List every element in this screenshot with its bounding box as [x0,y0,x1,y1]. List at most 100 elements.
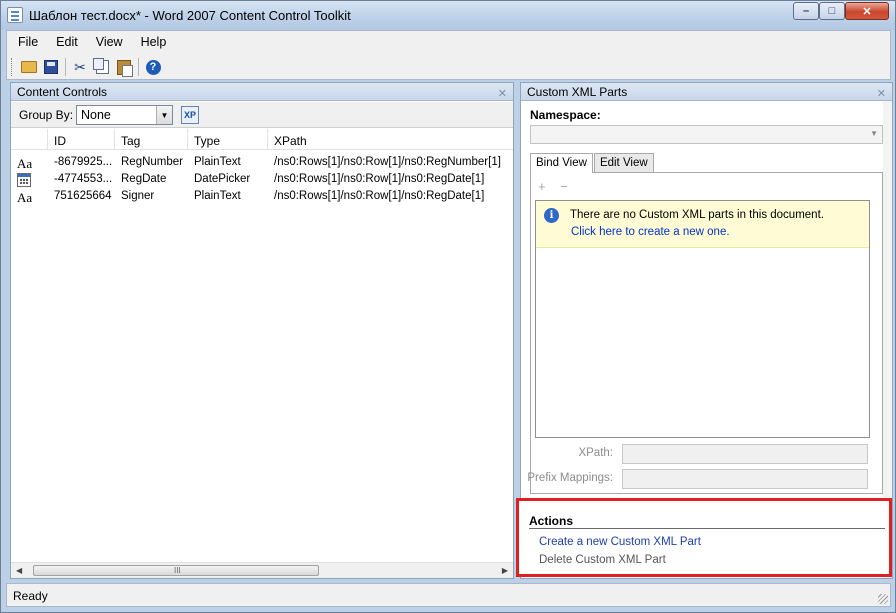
column-divider[interactable] [114,129,115,150]
info-icon: i [544,208,559,223]
column-header-type[interactable]: Type [194,134,220,148]
cell-tag: RegNumber [121,156,183,168]
plain-text-icon: Aa [17,156,33,171]
tab-edit-view[interactable]: Edit View [593,153,654,172]
open-button[interactable] [18,56,40,78]
cell-tag: Signer [121,190,155,202]
view-tabs: Bind View Edit View [530,153,655,173]
status-text: Ready [13,589,48,603]
xml-tree-view[interactable]: i There are no Custom XML parts in this … [535,200,870,438]
group-by-value: None [81,108,111,122]
namespace-label: Namespace: [530,108,601,122]
prefix-mappings-label: Prefix Mappings: [527,472,613,484]
menu-file[interactable]: File [18,35,38,49]
table-row[interactable]: Aa -8679925... RegNumber PlainText /ns0:… [11,154,513,171]
cell-xpath: /ns0:Rows[1]/ns0:Row[1]/ns0:RegDate[1] [274,190,485,202]
copy-icon [92,58,109,74]
group-by-select[interactable]: None ▼ [76,105,173,125]
column-divider[interactable] [187,129,188,150]
cut-button[interactable]: ✂ [69,56,91,78]
paste-button[interactable] [113,56,135,78]
scroll-grip-icon: III [174,566,181,575]
content-controls-panel: Content Controls ✕ Group By: None ▼ XP I… [10,82,514,579]
calendar-icon [17,173,31,187]
scroll-thumb[interactable]: III [33,565,319,576]
actions-section: Actions Create a new Custom XML Part Del… [516,498,892,577]
table-row[interactable]: -4774553... RegDate DatePicker /ns0:Rows… [11,171,513,188]
cell-xpath: /ns0:Rows[1]/ns0:Row[1]/ns0:RegNumber[1] [274,156,501,168]
delete-custom-xml-part-label: Delete Custom XML Part [539,554,666,566]
cell-type: PlainText [194,156,241,168]
column-divider[interactable] [267,129,268,150]
cell-type: PlainText [194,190,241,202]
open-icon [21,61,37,73]
create-custom-xml-part-link[interactable]: Create a new Custom XML Part [539,536,701,548]
status-bar: Ready [6,583,891,607]
help-button[interactable]: ? [142,56,164,78]
chevron-down-icon[interactable]: ▼ [156,106,172,124]
toolbar-separator [65,58,66,76]
actions-divider [529,528,885,529]
copy-button[interactable] [91,56,113,78]
menu-view[interactable]: View [96,35,123,49]
custom-xml-header: Custom XML Parts ✕ [521,83,892,101]
help-icon: ? [145,59,161,75]
info-banner: i There are no Custom XML parts in this … [536,201,869,248]
save-button[interactable] [40,56,62,78]
window-title: Шаблон тест.docx* - Word 2007 Content Co… [29,8,351,23]
prefix-mappings-field[interactable] [622,469,868,489]
scroll-right-icon[interactable]: ▶ [502,566,508,575]
namespace-select[interactable]: ▼ [530,125,883,144]
cut-icon: ✂ [74,58,86,75]
horizontal-scrollbar[interactable]: ◀ III ▶ [11,562,513,578]
info-message: There are no Custom XML parts in this do… [570,209,824,221]
xpath-row: XPath: [531,444,884,464]
menu-bar: File Edit View Help [7,31,184,53]
prefix-mappings-row: Prefix Mappings: [527,469,884,489]
group-by-bar: Group By: None ▼ XP [11,102,513,128]
minimize-button[interactable]: – [793,2,819,20]
create-new-link[interactable]: Click here to create a new one. [571,226,730,238]
title-bar: Шаблон тест.docx* - Word 2007 Content Co… [1,1,895,30]
custom-xml-title: Custom XML Parts [527,85,628,99]
save-icon [44,60,58,74]
menu-edit[interactable]: Edit [56,35,78,49]
resize-grip-icon[interactable] [878,594,888,604]
remove-node-icon[interactable]: − [560,179,568,194]
xpath-field[interactable] [622,444,868,464]
plain-text-icon: Aa [17,190,33,205]
grid-header: ID Tag Type XPath [11,129,513,150]
paste-icon [117,59,133,77]
menu-help[interactable]: Help [141,35,167,49]
column-divider[interactable] [47,129,48,150]
cell-id: -4774553... [54,173,113,185]
cell-id: -8679925... [54,156,113,168]
actions-title: Actions [529,514,574,528]
toolbar-separator [138,58,139,76]
tab-bind-view[interactable]: Bind View [530,153,593,173]
cell-xpath: /ns0:Rows[1]/ns0:Row[1]/ns0:RegDate[1] [274,173,485,185]
column-header-xpath[interactable]: XPath [274,134,307,148]
maximize-button[interactable]: □ [819,2,845,20]
app-window: Шаблон тест.docx* - Word 2007 Content Co… [0,0,896,613]
scroll-left-icon[interactable]: ◀ [16,566,22,575]
content-controls-header: Content Controls ✕ [11,83,513,101]
table-row[interactable]: Aa 751625664 Signer PlainText /ns0:Rows[… [11,188,513,205]
column-header-tag[interactable]: Tag [121,134,140,148]
add-node-icon[interactable]: + [538,179,546,194]
find-xpath-icon[interactable]: XP [181,106,199,124]
chevron-down-icon[interactable]: ▼ [870,129,878,138]
content-controls-close-icon[interactable]: ✕ [498,85,507,103]
cell-tag: RegDate [121,173,167,185]
group-by-label: Group By: [19,108,74,122]
close-button[interactable]: ✕ [845,2,889,20]
content-controls-grid: ID Tag Type XPath Aa -8679925... RegNumb… [11,129,513,562]
menu-toolbar-area: File Edit View Help ✂ ? [6,30,891,80]
cell-type: DatePicker [194,173,251,185]
word-document-icon [7,7,23,23]
bind-view-content: + − i There are no Custom XML parts in t… [527,172,884,494]
column-header-id[interactable]: ID [54,134,66,148]
node-toolbar: + − [538,179,579,194]
toolbar-grip[interactable] [11,58,14,76]
cell-id: 751625664 [54,190,112,202]
